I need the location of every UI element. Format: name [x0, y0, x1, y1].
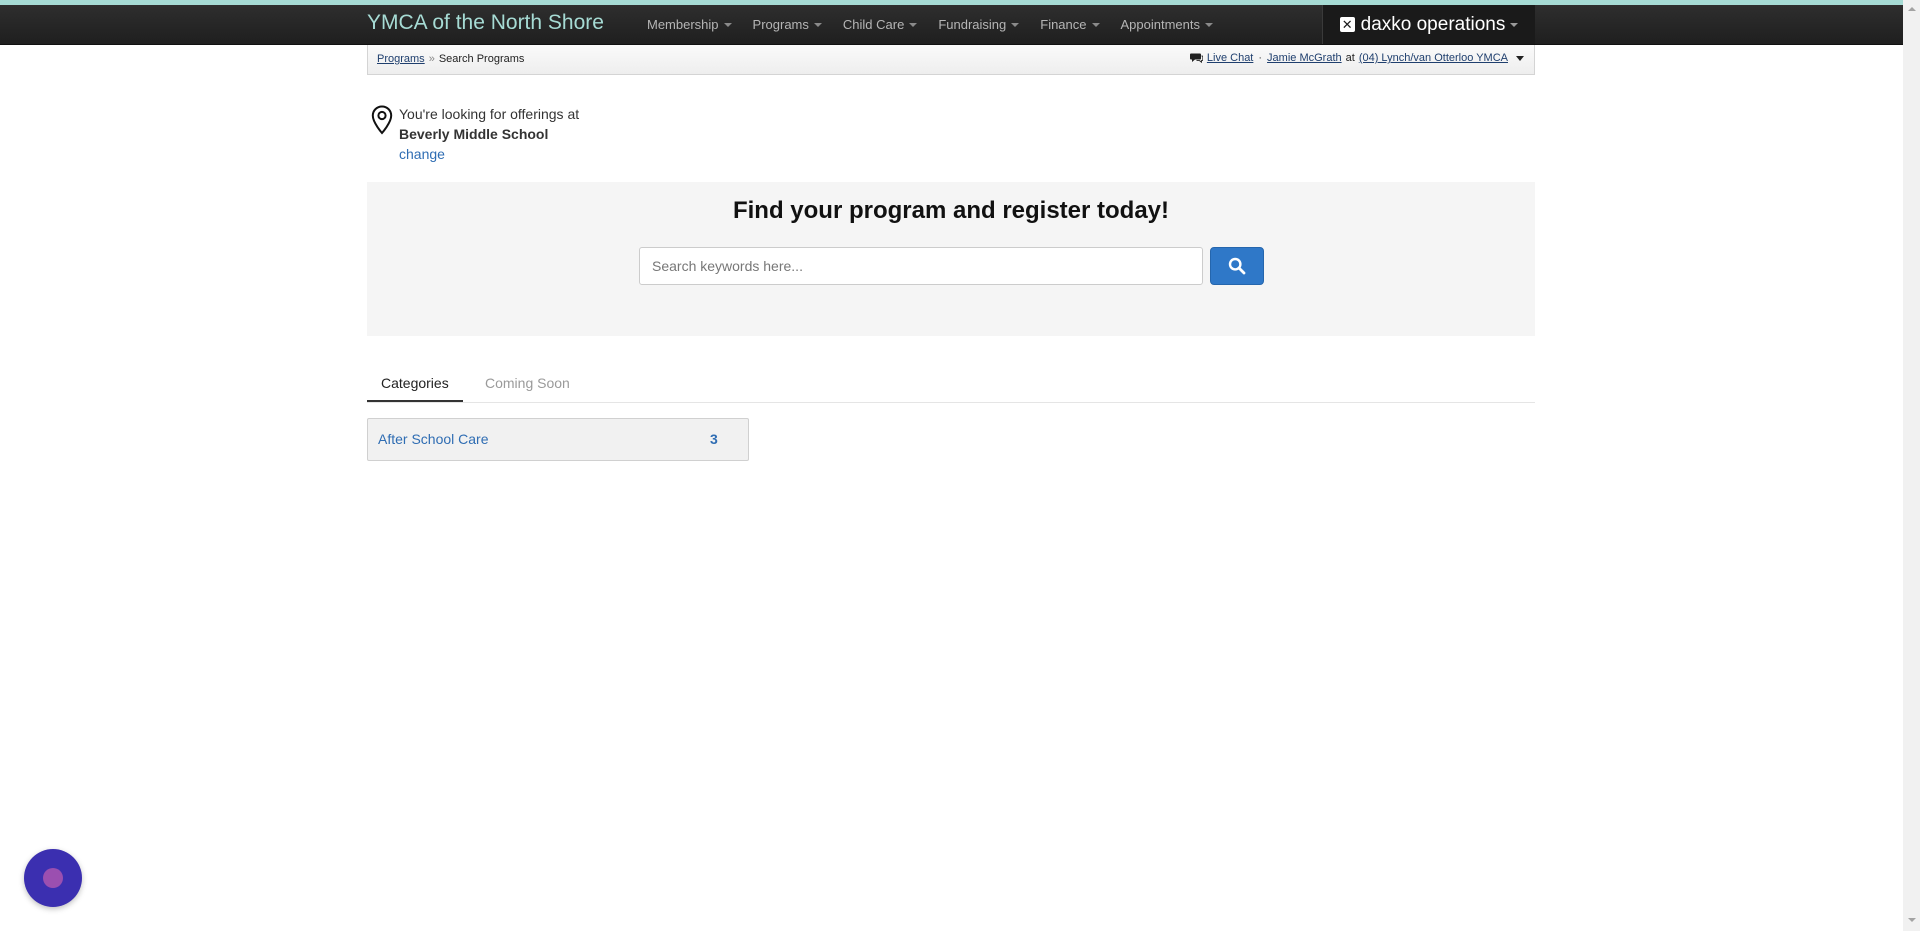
user-menu-caret-icon[interactable] — [1516, 55, 1524, 61]
menu-item-membership[interactable]: Membership — [647, 17, 732, 32]
menu-item-child-care[interactable]: Child Care — [842, 17, 918, 32]
tab-bar: Categories Coming Soon — [367, 372, 1535, 403]
at-text: at — [1345, 52, 1355, 64]
search-panel: Find your program and register today! — [367, 182, 1535, 336]
brand-link[interactable]: YMCA of the North Shore — [367, 11, 604, 35]
scroll-down-arrow-icon[interactable] — [1908, 918, 1916, 922]
menu-item-programs[interactable]: Programs — [753, 17, 822, 32]
menu-item-finance[interactable]: Finance — [1040, 17, 1100, 32]
tab-categories[interactable]: Categories — [367, 372, 463, 402]
vertical-scrollbar[interactable] — [1903, 0, 1920, 931]
location-block: You're looking for offerings at Beverly … — [371, 104, 579, 164]
dot-separator: · — [1258, 52, 1263, 64]
menu-item-label: Child Care — [842, 17, 905, 32]
user-link[interactable]: Jamie McGrath — [1267, 52, 1342, 64]
breadcrumb: Programs» Search Programs — [377, 53, 524, 65]
user-bar: Live Chat · Jamie McGrath at (04) Lynch/… — [1189, 52, 1524, 64]
tab-coming-soon[interactable]: Coming Soon — [471, 372, 584, 402]
menu-item-label: Membership — [647, 17, 719, 32]
context-bar: Programs» Search Programs Live Chat · Jam… — [367, 45, 1535, 75]
breadcrumb-separator: » — [428, 53, 435, 65]
menu-item-appointments[interactable]: Appointments — [1120, 17, 1213, 32]
search-input[interactable] — [639, 247, 1203, 285]
product-switcher[interactable]: ✕ daxko operations — [1322, 5, 1535, 44]
menu-item-label: Fundraising — [938, 17, 1007, 32]
map-pin-icon — [371, 105, 393, 164]
caret-down-icon — [909, 23, 918, 27]
search-button[interactable] — [1210, 247, 1264, 285]
location-prefix: You're looking for offerings at — [399, 106, 580, 122]
category-name: After School Care — [378, 431, 489, 447]
category-card-after-school-care[interactable]: After School Care 3 — [367, 418, 749, 461]
caret-down-icon — [813, 23, 822, 27]
menu-item-label: Finance — [1040, 17, 1087, 32]
caret-down-icon — [1510, 23, 1519, 27]
top-navbar: YMCA of the North Shore Membership Progr… — [0, 5, 1903, 45]
menu-item-label: Appointments — [1120, 17, 1201, 32]
caret-down-icon — [1011, 23, 1020, 27]
menu-item-label: Programs — [752, 17, 809, 32]
chat-widget-button[interactable] — [24, 849, 82, 907]
menu-item-fundraising[interactable]: Fundraising — [938, 17, 1020, 32]
page: YMCA of the North Shore Membership Progr… — [0, 0, 1920, 931]
caret-down-icon — [1205, 23, 1213, 27]
location-name: Beverly Middle School — [399, 126, 549, 142]
breadcrumb-current: Search Programs — [438, 53, 525, 65]
search-icon — [1228, 257, 1246, 275]
product-name: daxko operations — [1360, 13, 1506, 35]
live-chat-link[interactable]: Live Chat — [1207, 52, 1253, 64]
breadcrumb-link-programs[interactable]: Programs — [377, 53, 425, 65]
branch-link[interactable]: (04) Lynch/van Otterloo YMCA — [1359, 52, 1508, 64]
speech-bubble-icon — [1189, 52, 1203, 64]
caret-down-icon — [723, 23, 732, 27]
scroll-up-arrow-icon[interactable] — [1908, 7, 1916, 11]
category-count-badge: 3 — [710, 431, 718, 447]
daxko-logo-icon: ✕ — [1339, 17, 1355, 32]
navbar-inner: YMCA of the North Shore Membership Progr… — [367, 5, 1535, 44]
chat-bubble-icon — [43, 868, 63, 888]
caret-down-icon — [1091, 23, 1100, 27]
change-location-link[interactable]: change — [399, 144, 579, 164]
search-heading: Find your program and register today! — [732, 197, 1170, 224]
main-menu: Membership Programs Child Care Fundraisi… — [647, 5, 1234, 44]
location-text: You're looking for offerings at Beverly … — [399, 104, 579, 164]
